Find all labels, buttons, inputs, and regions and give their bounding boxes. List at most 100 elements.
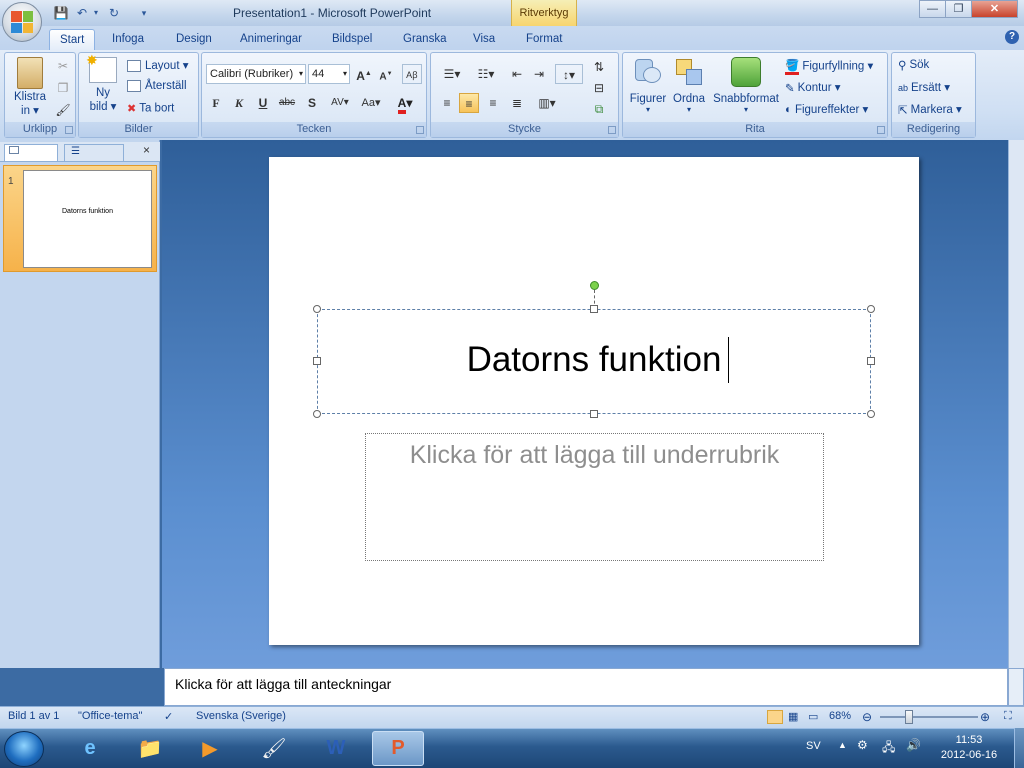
shape-outline-button[interactable]: ✎ Kontur ▾ bbox=[785, 80, 841, 95]
notes-scrollbar[interactable] bbox=[1008, 668, 1024, 706]
numbering-icon[interactable]: ☷▾ bbox=[471, 64, 501, 84]
tab-outline[interactable]: ☰ bbox=[64, 144, 124, 161]
zoom-in-icon[interactable]: ⊕ bbox=[980, 710, 990, 724]
tab-format[interactable]: Format bbox=[516, 29, 572, 50]
strikethrough-button[interactable]: abc bbox=[277, 93, 297, 113]
theme-name[interactable]: "Office-tema" bbox=[78, 710, 142, 722]
undo-dropdown-icon[interactable]: ▾ bbox=[88, 5, 104, 21]
copy-icon[interactable]: ❐ bbox=[53, 78, 73, 98]
paragraph-launcher-icon[interactable] bbox=[608, 126, 616, 134]
layout-button[interactable]: Layout ▾ bbox=[127, 58, 189, 72]
resize-handle-r[interactable] bbox=[867, 357, 875, 365]
columns-icon[interactable]: ▥▾ bbox=[533, 93, 561, 113]
shadow-button[interactable]: S bbox=[302, 93, 322, 113]
line-spacing-icon[interactable]: ↕▾ bbox=[555, 64, 583, 84]
notes-pane[interactable]: Klicka för att lägga till anteckningar bbox=[164, 668, 1008, 706]
zoom-slider-thumb[interactable] bbox=[905, 710, 913, 724]
slide-sorter-icon[interactable]: ▦ bbox=[788, 710, 798, 723]
change-case-button[interactable]: Aa▾ bbox=[357, 93, 385, 113]
restore-button[interactable]: ❐ bbox=[945, 0, 972, 18]
resize-handle-t[interactable] bbox=[590, 305, 598, 313]
customize-qat-icon[interactable]: ▾ bbox=[136, 5, 152, 21]
cut-icon[interactable]: ✂ bbox=[53, 56, 73, 76]
arrange-button[interactable]: Ordna ▾ bbox=[671, 57, 707, 114]
normal-view-icon[interactable] bbox=[767, 710, 783, 724]
align-text-icon[interactable]: ⊟ bbox=[589, 78, 609, 98]
tray-app-icon[interactable]: ⚙ bbox=[857, 738, 868, 752]
office-button[interactable] bbox=[2, 2, 42, 42]
shapes-button[interactable]: Figurer ▾ bbox=[627, 57, 669, 114]
font-name-combo[interactable]: Calibri (Rubriker) ▾ bbox=[206, 64, 306, 84]
clear-format-icon[interactable]: Aꞵ bbox=[402, 64, 422, 84]
text-direction-icon[interactable]: ⇅ bbox=[589, 57, 609, 77]
quick-styles-button[interactable]: Snabbformat ▾ bbox=[711, 57, 781, 114]
save-icon[interactable]: 💾 bbox=[53, 5, 69, 21]
font-size-combo[interactable]: 44 ▾ bbox=[308, 64, 350, 84]
font-color-button[interactable]: A▾ bbox=[391, 93, 419, 114]
resize-handle-tr[interactable] bbox=[867, 305, 875, 313]
start-button[interactable] bbox=[4, 731, 44, 767]
shape-fill-button[interactable]: 🪣 Figurfyllning ▾ bbox=[785, 58, 873, 75]
justify-icon[interactable]: ≣ bbox=[507, 93, 527, 113]
tab-start[interactable]: Start bbox=[49, 29, 96, 50]
tab-animeringar[interactable]: Animeringar bbox=[230, 29, 312, 50]
new-slide-button[interactable]: ✸ Ny bild ▾ bbox=[85, 52, 121, 113]
resize-handle-bl[interactable] bbox=[313, 410, 321, 418]
zoom-out-icon[interactable]: ⊖ bbox=[862, 710, 872, 724]
reset-button[interactable]: Återställ bbox=[127, 80, 187, 92]
subtitle-placeholder[interactable]: Klicka för att lägga till underrubrik bbox=[365, 441, 824, 470]
zoom-level[interactable]: 68% bbox=[829, 710, 851, 722]
replace-button[interactable]: ab Ersätt ▾ bbox=[898, 80, 950, 94]
bold-button[interactable]: F bbox=[206, 93, 226, 113]
bullets-icon[interactable]: ☰▾ bbox=[437, 64, 467, 84]
shape-effects-button[interactable]: ◐ Figureffekter ▾ bbox=[785, 102, 868, 116]
show-desktop-button[interactable] bbox=[1014, 728, 1024, 768]
smartart-icon[interactable]: ⧉ bbox=[589, 99, 609, 119]
tab-slides-thumbnails[interactable] bbox=[4, 144, 58, 161]
delete-slide-button[interactable]: ✖ Ta bort bbox=[127, 102, 174, 115]
shrink-font-icon[interactable]: A▼ bbox=[376, 64, 396, 84]
tab-visa[interactable]: Visa bbox=[463, 29, 505, 50]
language-indicator[interactable]: Svenska (Sverige) bbox=[196, 710, 286, 722]
align-center-icon[interactable]: ≡ bbox=[459, 93, 479, 113]
resize-handle-tl[interactable] bbox=[313, 305, 321, 313]
slide-title[interactable]: Datorns funktion bbox=[317, 340, 871, 380]
volume-icon[interactable]: 🔊 bbox=[906, 738, 921, 752]
select-button[interactable]: ⇱ Markera ▾ bbox=[898, 102, 962, 117]
tray-expand-icon[interactable]: ▲ bbox=[838, 740, 847, 750]
slideshow-icon[interactable]: ▭ bbox=[808, 710, 818, 723]
vertical-scrollbar[interactable] bbox=[1008, 140, 1024, 668]
powerpoint-taskbar-icon[interactable]: P bbox=[372, 731, 424, 766]
decrease-indent-icon[interactable]: ⇤ bbox=[507, 64, 527, 84]
char-spacing-button[interactable]: AV▾ bbox=[326, 93, 354, 113]
tab-granska[interactable]: Granska bbox=[393, 29, 456, 50]
resize-handle-br[interactable] bbox=[867, 410, 875, 418]
font-launcher-icon[interactable] bbox=[416, 126, 424, 134]
clock[interactable]: 11:53 2012-06-16 bbox=[936, 734, 1002, 761]
tab-bildspel[interactable]: Bildspel bbox=[322, 29, 382, 50]
format-painter-icon[interactable]: 🖌 bbox=[53, 100, 73, 120]
tab-design[interactable]: Design bbox=[166, 29, 222, 50]
find-button[interactable]: ⚲ Sök bbox=[898, 58, 929, 72]
zoom-slider[interactable] bbox=[880, 716, 978, 718]
paste-button[interactable]: Klistra in ▾ bbox=[13, 57, 47, 117]
resize-handle-b[interactable] bbox=[590, 410, 598, 418]
close-pane-icon[interactable]: × bbox=[143, 143, 150, 157]
internet-explorer-icon[interactable]: e bbox=[64, 731, 116, 766]
help-icon[interactable]: ? bbox=[1005, 30, 1019, 44]
spellcheck-icon[interactable]: ✓ bbox=[164, 710, 173, 723]
network-icon[interactable]: 🖧 bbox=[882, 738, 895, 759]
redo-icon[interactable]: ↻ bbox=[106, 5, 122, 21]
word-icon[interactable]: W bbox=[310, 731, 362, 766]
clipboard-launcher-icon[interactable] bbox=[65, 126, 73, 134]
close-button[interactable]: ✕ bbox=[971, 0, 1018, 18]
fit-to-window-icon[interactable]: ⛶ bbox=[1004, 710, 1012, 723]
increase-indent-icon[interactable]: ⇥ bbox=[529, 64, 549, 84]
resize-handle-l[interactable] bbox=[313, 357, 321, 365]
media-player-icon[interactable]: ▶ bbox=[184, 731, 236, 766]
underline-button[interactable]: U bbox=[253, 93, 273, 113]
align-left-icon[interactable]: ≡ bbox=[437, 93, 457, 113]
drawing-launcher-icon[interactable] bbox=[877, 126, 885, 134]
rotation-handle[interactable] bbox=[590, 281, 599, 290]
tab-infoga[interactable]: Infoga bbox=[102, 29, 154, 50]
